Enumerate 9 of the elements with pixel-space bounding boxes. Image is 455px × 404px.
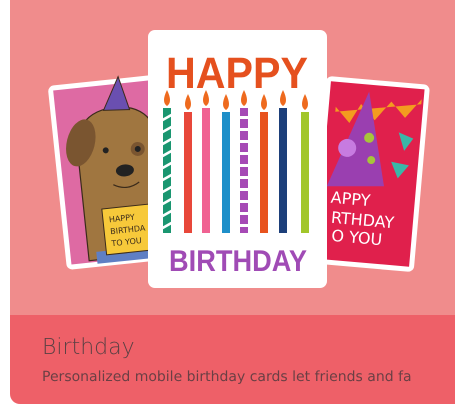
card-greeting-text: APPY (330, 188, 372, 210)
card-description: Personalized mobile birthday cards let friends and fa (42, 368, 413, 388)
card-greeting-text: TO YOU (111, 236, 142, 248)
card-title: Birthday (42, 335, 136, 362)
card-headline: BIRTHDAY (169, 245, 322, 278)
card-greeting-text: HAPPY (108, 212, 136, 224)
card-greeting-text: BIRTHDA (110, 224, 146, 236)
birthday-card-tile[interactable]: HAPPY BIRTHDA TO YOU APPY RTHDAY O YOU HAPPY BIRTHDAY Birthday Personalized mobile birthday cards let friends and fa (10, 0, 455, 404)
card-headline: HAPPY (166, 49, 318, 98)
